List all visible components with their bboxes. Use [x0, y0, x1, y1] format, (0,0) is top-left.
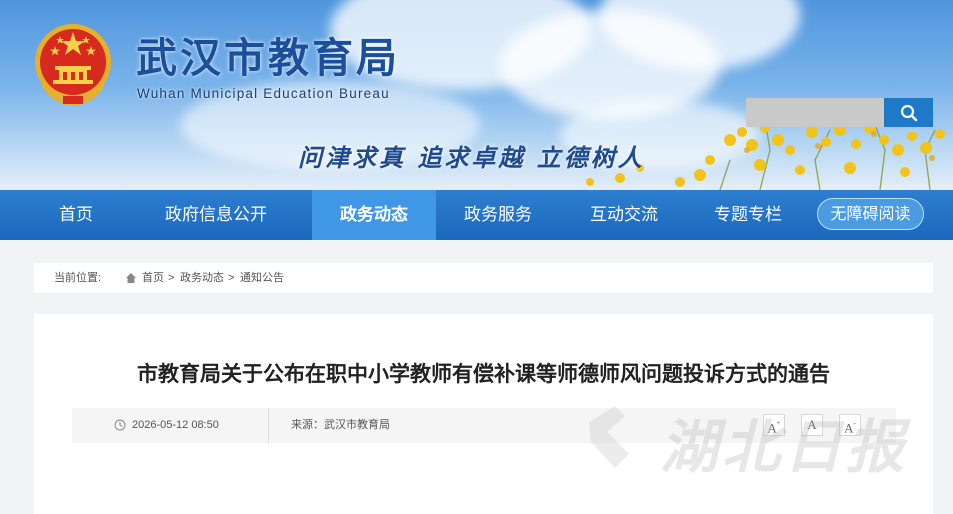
newspaper-logo-icon [589, 406, 629, 468]
breadcrumb-gov-news[interactable]: 政务动态 [180, 263, 224, 293]
meta-divider [268, 408, 269, 443]
publish-date: 2026-05-12 08:50 [132, 419, 219, 431]
search-button[interactable] [884, 98, 933, 127]
breadcrumb-home[interactable]: 首页 [142, 263, 164, 293]
nav-item-home[interactable]: 首页 [36, 190, 116, 240]
article-title: 市教育局关于公布在职中小学教师有偿补课等师德师风问题投诉方式的通告 [137, 362, 830, 386]
breadcrumb-prefix: 当前位置: [54, 272, 102, 284]
nav-item-gov-news[interactable]: 政务动态 [312, 190, 436, 240]
breadcrumb-separator: > [228, 272, 235, 284]
nav-item-gov-services[interactable]: 政务服务 [448, 190, 548, 240]
breadcrumb: 当前位置: 首页 > 政务动态 > 通知公告 [34, 263, 933, 293]
nav-item-special-topics[interactable]: 专题专栏 [698, 190, 798, 240]
clock-icon [114, 419, 126, 431]
watermark: 湖北日报 [660, 413, 909, 481]
slogan: 问津求真 追求卓越 立德树人 [298, 143, 645, 172]
nav-item-gov-info[interactable]: 政府信息公开 [146, 190, 286, 240]
nav-item-interaction[interactable]: 互动交流 [574, 190, 674, 240]
accessibility-button[interactable]: 无障碍阅读 [817, 198, 924, 230]
breadcrumb-notices[interactable]: 通知公告 [240, 263, 284, 293]
home-icon [126, 273, 136, 286]
site-title: 武汉市教育局 [136, 34, 400, 82]
national-emblem-icon [35, 24, 111, 106]
search-icon [900, 104, 917, 121]
search-input[interactable] [746, 98, 884, 127]
breadcrumb-separator: > [168, 272, 175, 284]
header-banner: 武汉市教育局 Wuhan Municipal Education Bureau … [0, 0, 953, 190]
article-source: 来源：武汉市教育局 [291, 419, 390, 431]
main-nav: 首页 政府信息公开 政务动态 政务服务 互动交流 专题专栏 无障碍阅读 [0, 190, 953, 240]
site-title-english: Wuhan Municipal Education Bureau [137, 86, 390, 101]
